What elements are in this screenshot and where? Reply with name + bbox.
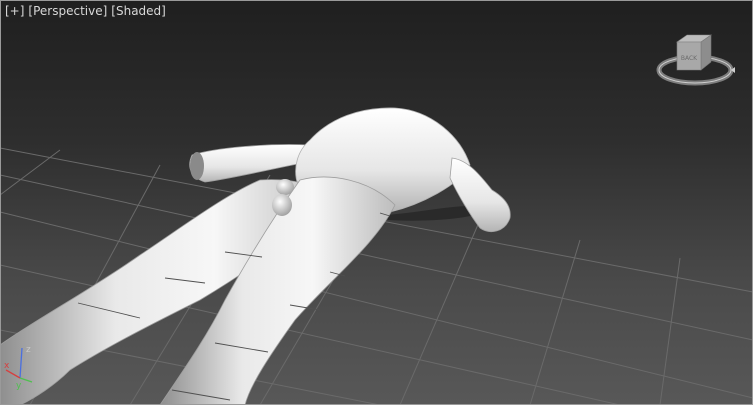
axis-y-label: y: [16, 381, 22, 390]
viewport-shading-menu[interactable]: [Shaded]: [111, 4, 166, 18]
axis-y-line: [19, 377, 33, 383]
axis-x-line: [5, 369, 21, 379]
viewport-label-menu: [+] [Perspective] [Shaded]: [5, 4, 166, 18]
axis-tripod: z x y: [4, 345, 33, 390]
viewport-general-menu[interactable]: [+]: [5, 4, 24, 18]
3d-viewport[interactable]: [+] [Perspective] [Shaded] BACK z x y: [0, 0, 753, 405]
viewcube-face-label: BACK: [681, 55, 698, 62]
viewcube[interactable]: BACK: [655, 30, 741, 92]
mesh-sphere-lower: [272, 194, 292, 216]
axis-x-label: x: [4, 361, 10, 371]
mesh-right-arm: [449, 157, 511, 233]
axis-z-line: [19, 347, 23, 379]
viewcube-cube[interactable]: BACK: [676, 34, 712, 71]
scene-canvas[interactable]: [0, 0, 753, 405]
character-mesh[interactable]: [0, 107, 511, 405]
mesh-sphere-upper: [276, 179, 294, 195]
mesh-left-arm-opening: [190, 152, 204, 180]
viewport-point-of-view-menu[interactable]: [Perspective]: [28, 4, 107, 18]
axis-z-label: z: [26, 345, 31, 355]
